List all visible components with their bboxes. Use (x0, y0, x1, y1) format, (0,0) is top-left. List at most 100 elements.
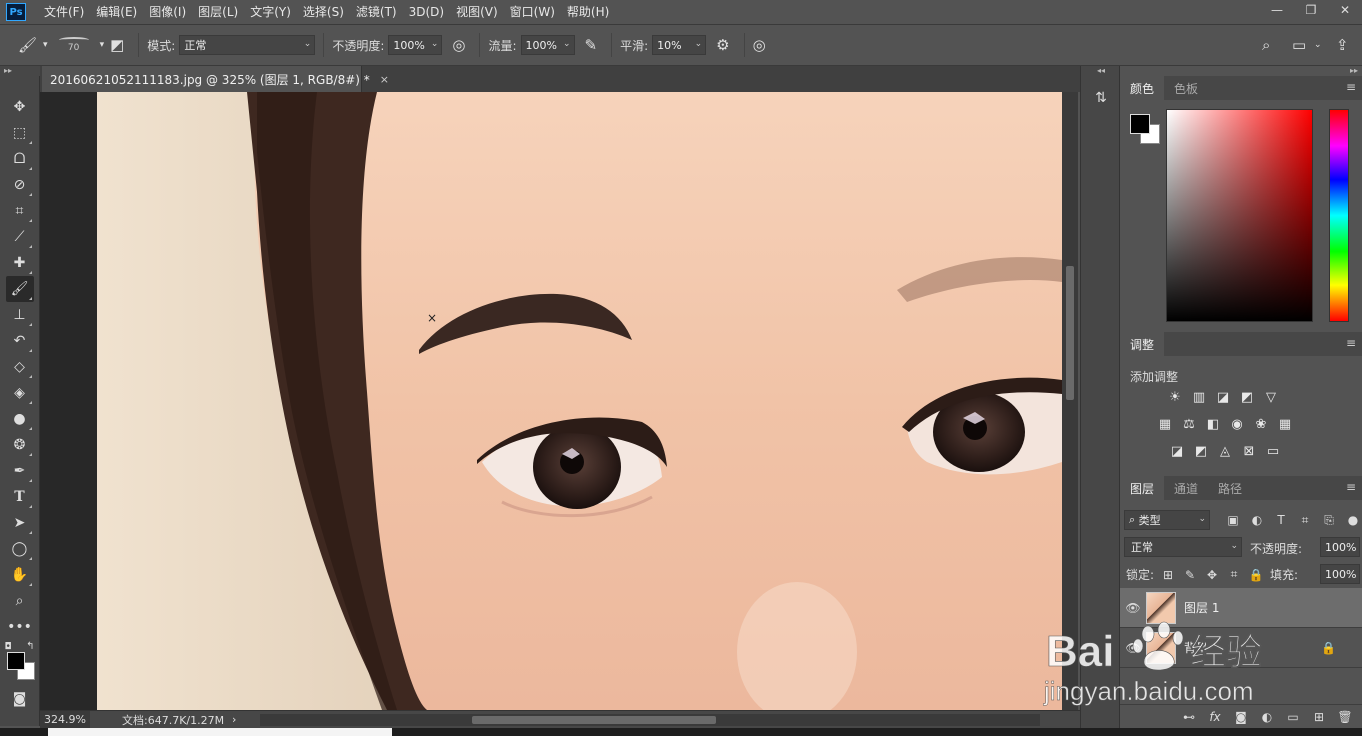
menu-file[interactable]: 文件(F) (38, 0, 90, 24)
black-white-icon[interactable]: ◧ (1204, 415, 1222, 433)
chevron-down-icon[interactable]: ▾ (100, 40, 105, 50)
history-brush-icon[interactable]: ↶ (6, 328, 34, 354)
search-icon[interactable]: ⌕ (1262, 36, 1270, 54)
adjustment-filter-icon[interactable]: ◐ (1248, 511, 1266, 529)
history-panel-icon[interactable]: ⇅ (1091, 88, 1111, 108)
smoothing-field[interactable]: 10% ⌄ (652, 35, 707, 55)
share-icon[interactable]: ⇪ (1336, 36, 1349, 54)
levels-icon[interactable]: ▥ (1190, 388, 1208, 406)
type-icon[interactable]: T (6, 484, 34, 510)
workspace-icon[interactable]: ▭ (1292, 36, 1306, 54)
hue-slider[interactable] (1329, 109, 1349, 322)
lock-transparent-icon[interactable]: ⊞ (1160, 568, 1176, 582)
tab-color[interactable]: 颜色 (1120, 76, 1165, 100)
flow-field[interactable]: 100% ⌄ (520, 35, 575, 55)
brush-preset-picker[interactable]: 70 (54, 31, 94, 59)
eyedropper-icon[interactable]: ⟋ (6, 224, 34, 250)
menu-filter[interactable]: 滤镜(T) (350, 0, 403, 24)
status-menu-arrow[interactable]: › (232, 713, 236, 726)
shape-filter-icon[interactable]: ⌗ (1296, 511, 1314, 529)
menu-view[interactable]: 视图(V) (450, 0, 504, 24)
hand-icon[interactable]: ✋ (6, 562, 34, 588)
pen-icon[interactable]: ✒ (6, 458, 34, 484)
pressure-size-icon[interactable]: ◎ (753, 36, 766, 54)
menu-3d[interactable]: 3D(D) (403, 0, 450, 24)
brush-icon[interactable]: 🖌 (5, 276, 34, 302)
path-select-icon[interactable]: ➤ (6, 510, 34, 536)
invert-icon[interactable]: ◪ (1168, 442, 1186, 460)
layer-row[interactable]: 👁 图层 1 (1120, 588, 1362, 628)
layer-opacity-field[interactable]: 100% (1320, 537, 1360, 557)
vibrance-icon[interactable]: ▽ (1262, 388, 1280, 406)
close-icon[interactable]: × (380, 73, 389, 86)
opacity-field[interactable]: 100% ⌄ (388, 35, 443, 55)
toolbar-collapse[interactable]: ▸▸ (0, 66, 40, 76)
brightness-icon[interactable]: ☀ (1166, 388, 1184, 406)
horizontal-scroll-thumb[interactable] (472, 715, 717, 724)
add-mask-icon[interactable]: ◙ (1232, 710, 1250, 724)
foreground-color-swatch[interactable] (1130, 114, 1150, 134)
vertical-scrollbar[interactable] (1062, 92, 1078, 710)
tab-layers[interactable]: 图层 (1120, 476, 1165, 500)
default-colors-icon[interactable]: ◘ (5, 642, 12, 652)
quick-select-icon[interactable]: ⊘ (6, 172, 34, 198)
quick-mask-icon[interactable]: ◙ (6, 686, 34, 712)
dodge-icon[interactable]: ● (6, 406, 34, 432)
document-tab[interactable]: 20160621052111183.jpg @ 325% (图层 1, RGB/… (42, 66, 389, 92)
eraser-icon[interactable]: ◇ (6, 354, 34, 380)
exposure-icon[interactable]: ◩ (1238, 388, 1256, 406)
tab-paths[interactable]: 路径 (1208, 476, 1252, 500)
panel-menu-icon[interactable]: ≡ (1346, 480, 1356, 494)
chevron-down-icon[interactable]: ⌄ (1314, 40, 1322, 50)
hue-saturation-icon[interactable]: ▦ (1156, 415, 1174, 433)
new-group-icon[interactable]: ▭ (1284, 710, 1302, 724)
restore-button[interactable]: ❐ (1294, 0, 1328, 20)
swap-colors-icon[interactable]: ↰ (26, 641, 34, 652)
menu-help[interactable]: 帮助(H) (561, 0, 615, 24)
lock-artboard-icon[interactable]: ⌗ (1226, 567, 1242, 582)
close-window-button[interactable]: ✕ (1328, 0, 1362, 20)
more-icon[interactable]: ••• (6, 614, 34, 640)
zoom-icon[interactable]: ⌕ (6, 588, 34, 614)
menu-window[interactable]: 窗口(W) (504, 0, 561, 24)
brush-settings-icon[interactable]: ◩ (110, 36, 124, 54)
menu-type[interactable]: 文字(Y) (244, 0, 297, 24)
panel-menu-icon[interactable]: ≡ (1346, 336, 1356, 350)
color-balance-icon[interactable]: ⚖ (1180, 415, 1198, 433)
expand-panels-icon[interactable]: ◂◂ (1081, 66, 1121, 76)
selective-color-icon[interactable]: ⊠ (1240, 442, 1258, 460)
brush-tool-preset-icon[interactable]: 🖌 (18, 36, 37, 54)
color-lookup-icon[interactable]: ▦ (1276, 415, 1294, 433)
crop-icon[interactable]: ⌗ (6, 198, 34, 224)
photo-canvas[interactable]: × (97, 92, 1062, 710)
blend-mode-select[interactable]: 正常 ⌄ (1124, 537, 1242, 557)
airbrush-icon[interactable]: ✎ (585, 36, 598, 54)
type-filter-icon[interactable]: T (1272, 511, 1290, 529)
lock-position-icon[interactable]: ✥ (1204, 568, 1220, 582)
menu-edit[interactable]: 编辑(E) (90, 0, 143, 24)
filter-toggle-icon[interactable]: ● (1344, 511, 1362, 529)
posterize-icon[interactable]: ◩ (1192, 442, 1210, 460)
fx-icon[interactable]: fx (1206, 710, 1224, 724)
collapse-panels-icon[interactable]: ▸▸ (1350, 66, 1358, 76)
smart-object-filter-icon[interactable]: ⎘ (1320, 511, 1338, 529)
paint-bucket-icon[interactable]: ◈ (6, 380, 34, 406)
layer-row[interactable]: 👁 背景 🔒 (1120, 628, 1362, 668)
threshold-icon[interactable]: ◬ (1216, 442, 1234, 460)
eye-icon[interactable]: 👁 (1120, 641, 1146, 655)
tab-adjustments[interactable]: 调整 (1120, 332, 1165, 356)
eye-icon[interactable]: 👁 (1120, 601, 1146, 615)
move-icon[interactable]: ✥ (6, 94, 34, 120)
zoom-level-field[interactable]: 324.9% (40, 710, 90, 729)
new-layer-icon[interactable]: ⊞ (1310, 710, 1328, 724)
marquee-icon[interactable]: ⬚ (6, 120, 34, 146)
canvas-area[interactable]: × (40, 92, 1062, 710)
link-layers-icon[interactable]: ⊷ (1180, 710, 1198, 724)
tab-channels[interactable]: 通道 (1164, 476, 1208, 500)
horizontal-scrollbar[interactable] (260, 713, 1041, 726)
foreground-color[interactable] (6, 652, 25, 670)
menu-layer[interactable]: 图层(L) (192, 0, 244, 24)
lock-image-icon[interactable]: ✎ (1182, 568, 1198, 582)
ellipse-icon[interactable]: ◯ (6, 536, 34, 562)
chevron-down-icon[interactable]: ▾ (43, 40, 48, 50)
